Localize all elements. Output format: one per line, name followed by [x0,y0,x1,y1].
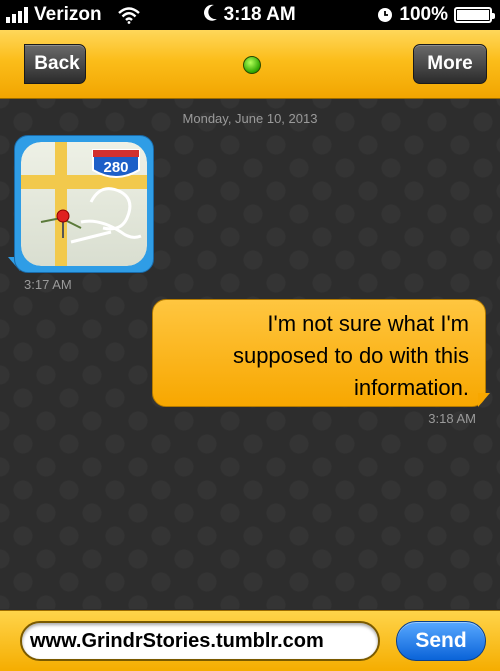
do-not-disturb-moon-icon [204,4,218,21]
status-bar: Verizon 3:18 AM 100% [0,0,500,30]
compose-bar: www.GrindrStories.tumblr.com Send [0,610,500,671]
outgoing-bubble-tail [478,393,490,407]
outgoing-message-text: I'm not sure what I'm supposed to do wit… [232,311,469,400]
incoming-message-time: 3:17 AM [24,277,72,292]
chat-thread[interactable]: Monday, June 10, 2013 280 3:17 AM I'm no… [0,99,500,609]
online-status-dot [243,56,261,74]
incoming-map-message[interactable]: 280 [14,135,154,273]
nav-bar: Back More [0,30,500,99]
message-input[interactable]: www.GrindrStories.tumblr.com [20,621,380,661]
more-button-label: More [427,53,473,74]
status-right: 100% [377,4,495,26]
maps-app-icon: 280 [21,142,147,266]
outgoing-message-time: 3:18 AM [428,411,476,426]
status-time: 3:18 AM [223,4,296,25]
send-button-label: Send [415,629,467,652]
alarm-clock-icon [378,8,393,22]
outgoing-message-bubble[interactable]: I'm not sure what I'm supposed to do wit… [152,299,486,407]
battery-percent: 100% [399,4,448,25]
send-button[interactable]: Send [396,621,486,661]
back-button-label: Back [34,53,80,74]
chat-date: Monday, June 10, 2013 [182,111,318,126]
route-shield-number: 280 [103,159,128,176]
back-button[interactable]: Back [24,44,86,84]
more-button[interactable]: More [413,44,487,84]
battery-icon [454,7,495,23]
